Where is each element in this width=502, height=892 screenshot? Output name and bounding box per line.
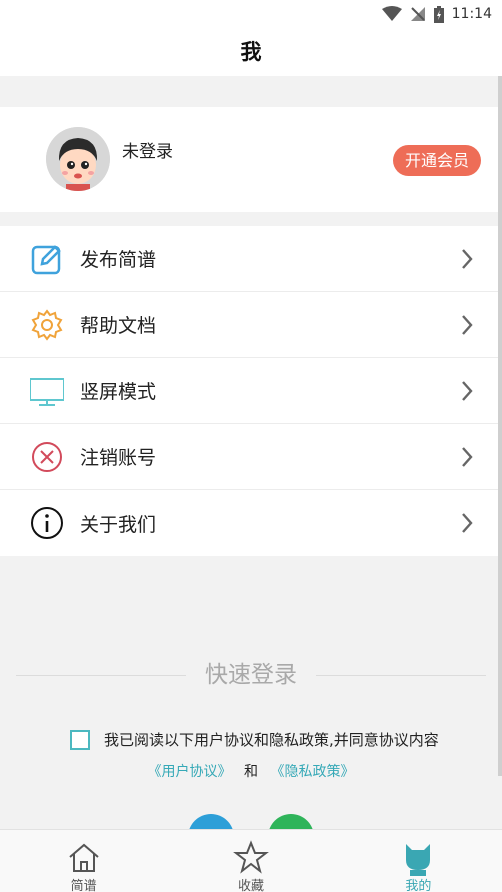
tab-label: 我的 <box>405 879 432 892</box>
status-bar: 11:14 <box>0 0 502 28</box>
menu-item-publish[interactable]: 发布简谱 <box>0 226 502 292</box>
cancel-icon <box>32 442 62 472</box>
tab-label: 简谱 <box>70 879 97 892</box>
agreement-row: 我已阅读以下用户协议和隐私政策,并同意协议内容 <box>70 729 439 750</box>
tab-scores[interactable]: 简谱 <box>0 830 167 892</box>
agreement-text: 我已阅读以下用户协议和隐私政策,并同意协议内容 <box>104 731 439 749</box>
cat-icon <box>406 844 431 876</box>
scrollbar[interactable] <box>498 76 502 776</box>
menu-item-delete-account[interactable]: 注销账号 <box>0 424 502 490</box>
bottom-tab-bar: 简谱 收藏 我的 <box>0 829 502 892</box>
menu-item-label: 关于我们 <box>80 513 157 536</box>
chevron-right-icon <box>462 513 473 533</box>
menu-item-about[interactable]: 关于我们 <box>0 490 502 556</box>
page-title: 我 <box>240 40 262 64</box>
divider-line <box>316 675 486 676</box>
wifi-icon <box>381 6 402 21</box>
privacy-policy-link[interactable]: 《隐私政策》 <box>270 764 354 780</box>
chevron-right-icon <box>462 381 473 401</box>
gear-icon <box>31 309 63 341</box>
menu-item-label: 发布简谱 <box>80 249 157 271</box>
open-vip-button[interactable]: 开通会员 <box>392 145 481 176</box>
tab-label: 收藏 <box>237 879 264 892</box>
menu-item-label: 竖屏模式 <box>80 381 157 403</box>
menu-item-label: 帮助文档 <box>80 315 157 337</box>
home-icon <box>69 843 99 872</box>
menu-item-portrait-mode[interactable]: 竖屏模式 <box>0 358 502 424</box>
profile-card[interactable]: 未登录 开通会员 <box>0 107 502 212</box>
agreement-links: 《用户协议》 和 《隐私政策》 <box>0 761 502 781</box>
chevron-right-icon <box>462 249 473 269</box>
menu-item-help[interactable]: 帮助文档 <box>0 292 502 358</box>
avatar[interactable] <box>46 127 110 191</box>
title-bar: 我 <box>0 28 502 76</box>
edit-icon <box>31 245 61 275</box>
star-icon <box>233 840 269 874</box>
chevron-right-icon <box>462 315 473 335</box>
chevron-right-icon <box>462 447 473 467</box>
info-icon <box>31 507 63 539</box>
agreement-checkbox[interactable] <box>70 729 90 750</box>
and-text: 和 <box>244 764 258 780</box>
monitor-icon <box>30 378 64 406</box>
status-time: 11:14 <box>451 6 492 22</box>
user-agreement-link[interactable]: 《用户协议》 <box>148 764 232 780</box>
settings-menu: 发布简谱 帮助文档 竖屏模式 注销账号 关于我们 <box>0 226 502 556</box>
battery-icon <box>433 5 444 23</box>
login-status-text[interactable]: 未登录 <box>122 137 173 162</box>
status-icons: 11:14 <box>381 5 492 23</box>
no-signal-icon <box>410 7 425 21</box>
menu-item-label: 注销账号 <box>80 447 157 469</box>
tab-mine[interactable]: 我的 <box>335 830 502 892</box>
tab-favorites[interactable]: 收藏 <box>167 830 334 892</box>
quick-login-divider: 快速登录 <box>16 660 486 690</box>
